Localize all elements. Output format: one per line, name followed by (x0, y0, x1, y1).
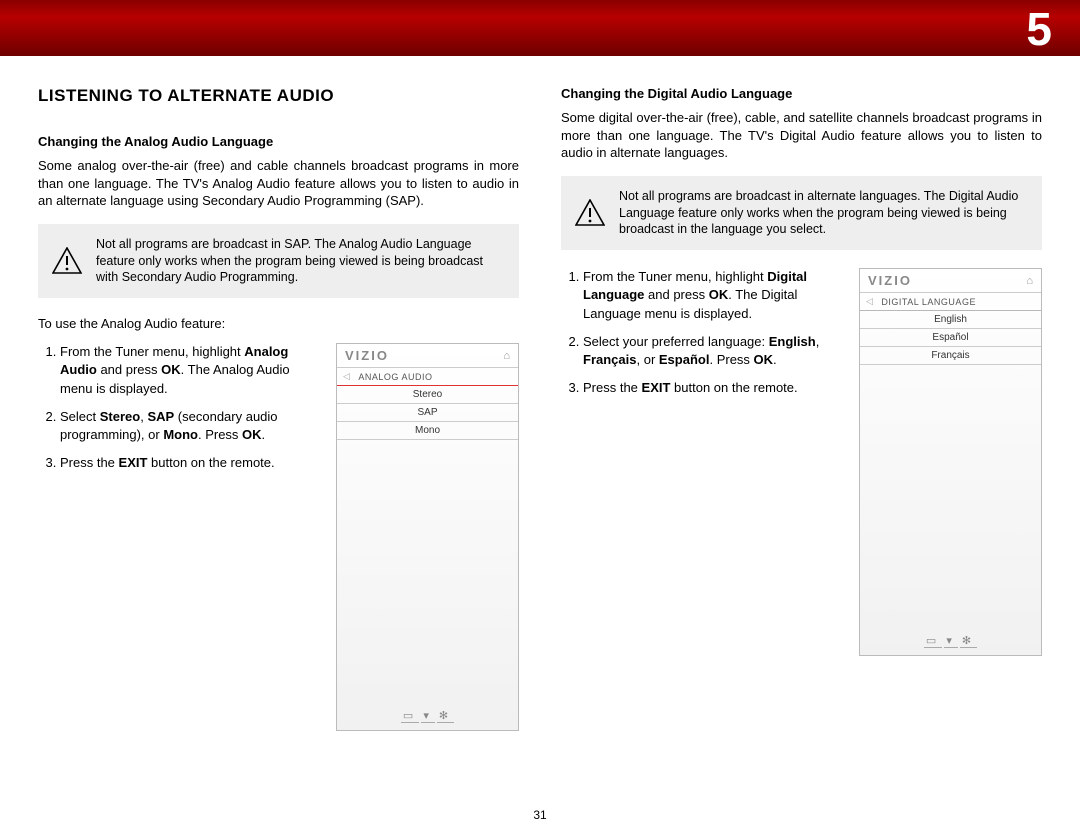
left-note-box: Not all programs are broadcast in SAP. T… (38, 224, 519, 299)
menu-item: Français (860, 347, 1041, 365)
menu-breadcrumb: ◁ ANALOG AUDIO (337, 368, 518, 386)
back-arrow-icon: ◁ (343, 371, 350, 382)
left-lead-in: To use the Analog Audio feature: (38, 316, 519, 331)
list-item: Press the EXIT button on the remote. (583, 379, 843, 397)
right-column: Changing the Digital Audio Language Some… (561, 86, 1042, 731)
menu-header: VIZIO ⌂ (337, 344, 518, 368)
gear-icon: ✻ (960, 635, 977, 648)
list-item: Select your preferred language: English,… (583, 333, 843, 369)
left-steps-wrap: From the Tuner menu, highlight Analog Au… (38, 343, 519, 731)
home-icon: ⌂ (503, 350, 510, 362)
analog-audio-menu-mock: VIZIO ⌂ ◁ ANALOG AUDIO Stereo SAP Mono ▭… (336, 343, 519, 731)
menu-item: Stereo (337, 386, 518, 404)
chevron-down-icon: ▾ (421, 710, 435, 723)
menu-header: VIZIO ⌂ (860, 269, 1041, 293)
menu-crumb-label: ANALOG AUDIO (358, 372, 432, 382)
right-steps: From the Tuner menu, highlight Digital L… (561, 268, 843, 407)
section-title: LISTENING TO ALTERNATE AUDIO (38, 86, 519, 106)
warning-icon (575, 199, 605, 226)
chapter-number: 5 (1026, 2, 1052, 56)
chevron-down-icon: ▾ (944, 635, 958, 648)
wide-icon: ▭ (924, 635, 942, 648)
list-item: From the Tuner menu, highlight Digital L… (583, 268, 843, 323)
gear-icon: ✻ (437, 710, 454, 723)
right-intro: Some digital over-the-air (free), cable,… (561, 109, 1042, 162)
menu-footer-icons: ▭▾✻ (860, 634, 1041, 647)
back-arrow-icon: ◁ (866, 296, 873, 307)
right-subtitle: Changing the Digital Audio Language (561, 86, 1042, 101)
left-column: LISTENING TO ALTERNATE AUDIO Changing th… (38, 86, 519, 731)
left-intro: Some analog over-the-air (free) and cabl… (38, 157, 519, 210)
left-steps: From the Tuner menu, highlight Analog Au… (38, 343, 320, 482)
page-number: 31 (0, 808, 1080, 822)
left-subtitle: Changing the Analog Audio Language (38, 134, 519, 149)
right-steps-wrap: From the Tuner menu, highlight Digital L… (561, 268, 1042, 656)
menu-item: Español (860, 329, 1041, 347)
menu-item: Mono (337, 422, 518, 440)
list-item: Press the EXIT button on the remote. (60, 454, 320, 472)
menu-crumb-label: DIGITAL LANGUAGE (881, 297, 976, 307)
wide-icon: ▭ (401, 710, 419, 723)
digital-language-menu-mock: VIZIO ⌂ ◁ DIGITAL LANGUAGE English Españ… (859, 268, 1042, 656)
home-icon: ⌂ (1026, 275, 1033, 287)
list-item: Select Stereo, SAP (secondary audio prog… (60, 408, 320, 444)
chapter-banner: 5 (0, 0, 1080, 56)
list-item: From the Tuner menu, highlight Analog Au… (60, 343, 320, 398)
menu-footer-icons: ▭▾✻ (337, 709, 518, 722)
menu-brand: VIZIO (345, 348, 389, 363)
menu-brand: VIZIO (868, 273, 912, 288)
right-note-box: Not all programs are broadcast in altern… (561, 176, 1042, 251)
menu-item: SAP (337, 404, 518, 422)
menu-breadcrumb: ◁ DIGITAL LANGUAGE (860, 293, 1041, 311)
right-note-text: Not all programs are broadcast in altern… (619, 188, 1028, 239)
left-note-text: Not all programs are broadcast in SAP. T… (96, 236, 505, 287)
menu-item: English (860, 311, 1041, 329)
warning-icon (52, 247, 82, 274)
page-body: LISTENING TO ALTERNATE AUDIO Changing th… (0, 56, 1080, 731)
